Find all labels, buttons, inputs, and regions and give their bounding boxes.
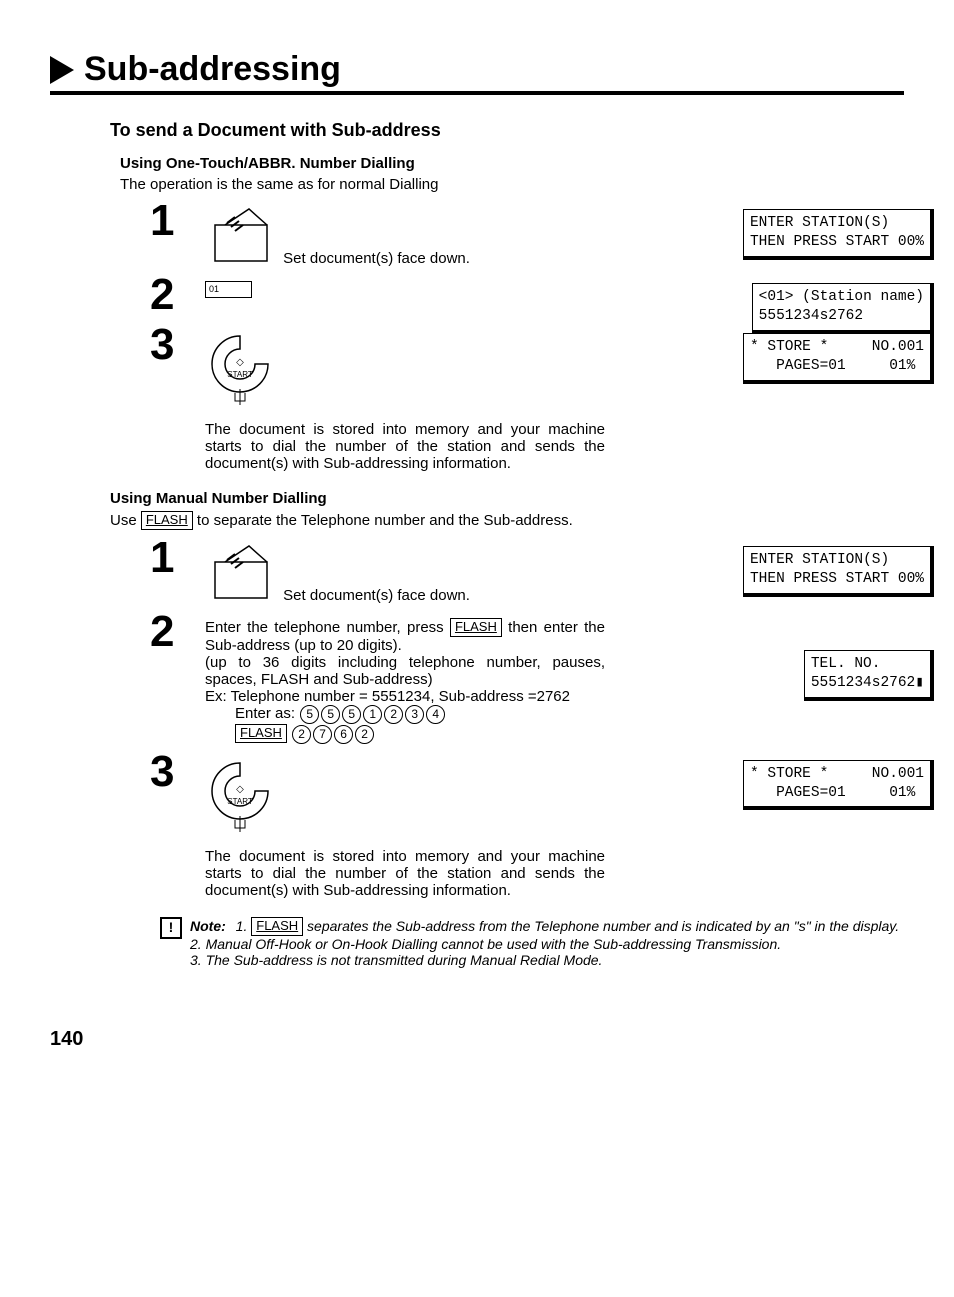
start-button-icon: ◇ START [205,758,275,840]
note-list: 1. FLASH separates the Sub-address from … [190,918,899,968]
step-content: Set document(s) face down. [205,536,605,604]
digit-key: 7 [313,725,332,744]
sub1-step3: 3 ◇ START The document is stored into me… [150,323,904,472]
step-number: 2 [150,273,205,317]
sub2-heading: Using Manual Number Dialling [110,490,904,507]
sub2-step1: 1 Set document(s) face down. ENTER STATI… [150,536,904,604]
triangle-icon [50,56,74,84]
page-title: Sub-addressing [84,50,341,89]
digit-key: 2 [355,725,374,744]
step-number: 2 [150,610,205,654]
sub1-intro: The operation is the same as for normal … [120,176,904,193]
svg-text:START: START [227,370,253,379]
sub1-step1: 1 Set document(s) face down. ENTER STATI… [150,199,904,267]
document-facedown-icon [205,544,269,604]
svg-text:START: START [227,797,253,806]
step-number: 3 [150,750,205,794]
sub2-step3: 3 ◇ START The document is stored into me… [150,750,904,899]
flash-key: FLASH [141,511,193,530]
digit-key: 5 [321,705,340,724]
step-content: 01 [205,273,605,298]
step-number: 1 [150,199,205,243]
lcd-column: TEL. NO. 5551234s2762▮ [804,650,934,701]
section-heading: To send a Document with Sub-address [110,120,904,141]
flash-key: FLASH [450,618,502,637]
note-icon: ! [160,917,182,939]
digit-key: 1 [363,705,382,724]
digit-key: 4 [426,705,445,724]
main-section: To send a Document with Sub-address Usin… [110,120,904,968]
page-number: 140 [50,1028,904,1051]
step-number: 1 [150,536,205,580]
digit-key: 5 [342,705,361,724]
start-button-icon: ◇ START [205,331,275,413]
lcd-column: * STORE * NO.001 PAGES=01 01% [743,333,934,384]
sub1-heading: Using One-Touch/ABBR. Number Dialling [120,155,904,172]
flash-key: FLASH [251,917,303,936]
digit-key: 2 [384,705,403,724]
lcd-column: ENTER STATION(S) THEN PRESS START 00% [743,209,934,260]
sub2-intro: Use FLASH to separate the Telephone numb… [110,511,904,530]
digit-key: 5 [300,705,319,724]
lcd-display: ENTER STATION(S) THEN PRESS START 00% [743,546,934,597]
sub2-step2: 2 Enter the telephone number, press FLAS… [150,610,904,744]
lcd-display: ENTER STATION(S) THEN PRESS START 00% [743,209,934,260]
step-content: Enter the telephone number, press FLASH … [205,610,605,744]
note-block: ! Note: 1. FLASH separates the Sub-addre… [160,917,904,968]
lcd-display: * STORE * NO.001 PAGES=01 01% [743,760,934,811]
sub1-step2: 2 01 <01> (Station name) 5551234s2762 [150,273,904,317]
digit-key: 2 [292,725,311,744]
step3-text: The document is stored into memory and y… [205,848,605,899]
step-content: ◇ START The document is stored into memo… [205,323,605,472]
lcd-column: ENTER STATION(S) THEN PRESS START 00% [743,546,934,597]
note-label: Note: [190,918,226,934]
lcd-display: TEL. NO. 5551234s2762▮ [804,650,934,701]
step-content: ◇ START The document is stored into memo… [205,750,605,899]
lcd-display: * STORE * NO.001 PAGES=01 01% [743,333,934,384]
step1-text: Set document(s) face down. [283,587,470,604]
document-facedown-icon [205,207,269,267]
digit-key: 3 [405,705,424,724]
onetouch-key-icon: 01 [205,281,252,298]
flash-key: FLASH [235,724,287,743]
page-title-row: Sub-addressing [50,50,904,95]
step-number: 3 [150,323,205,367]
step-content: Set document(s) face down. [205,199,605,267]
lcd-column: * STORE * NO.001 PAGES=01 01% [743,760,934,811]
svg-text:◇: ◇ [236,357,244,368]
step1-text: Set document(s) face down. [283,250,470,267]
step3-text: The document is stored into memory and y… [205,421,605,472]
digit-key: 6 [334,725,353,744]
svg-text:◇: ◇ [236,784,244,795]
